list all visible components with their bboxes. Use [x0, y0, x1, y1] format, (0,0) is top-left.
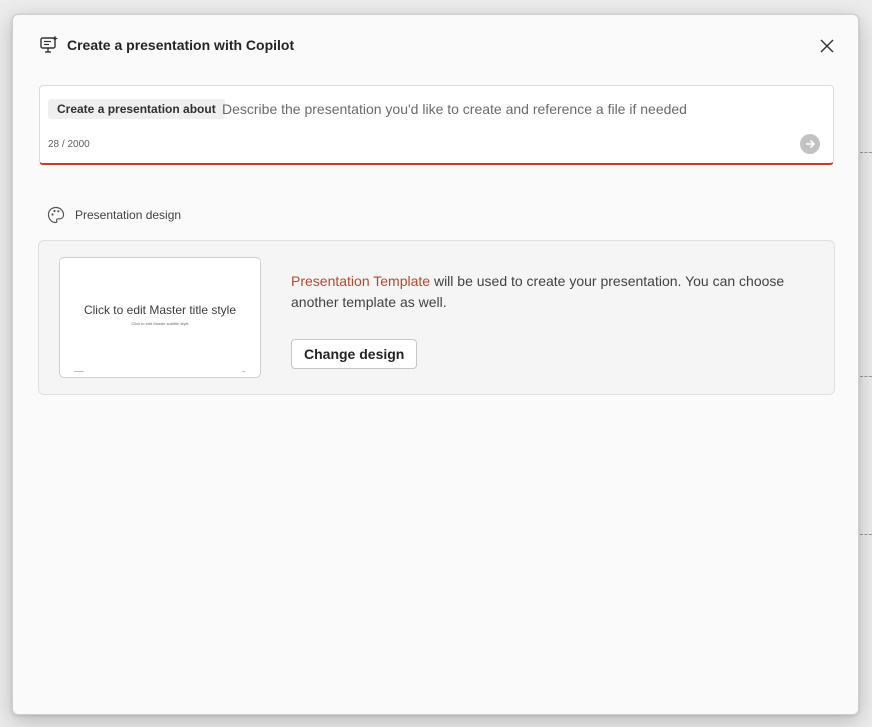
- template-thumbnail[interactable]: Click to edit Master title style Click t…: [59, 257, 261, 378]
- close-button[interactable]: [816, 35, 838, 57]
- thumbnail-footer: [74, 371, 84, 372]
- copilot-presentation-icon: [39, 35, 59, 55]
- background-ruler-mark: [860, 376, 872, 378]
- thumbnail-title: Click to edit Master title style: [83, 303, 237, 317]
- section-label: Presentation design: [75, 208, 182, 222]
- background-ruler-mark: [860, 152, 872, 154]
- character-count: 28 / 2000: [48, 139, 90, 150]
- dialog-title: Create a presentation with Copilot: [67, 37, 295, 53]
- prompt-box: Create a presentation about 28 / 2000: [39, 85, 834, 165]
- template-description: Presentation Template will be used to cr…: [291, 271, 801, 313]
- close-icon: [820, 39, 834, 53]
- design-card: Click to edit Master title style Click t…: [38, 240, 835, 395]
- change-design-button[interactable]: Change design: [291, 339, 418, 369]
- prompt-prefix-chip: Create a presentation about: [48, 99, 225, 119]
- thumbnail-subtitle: Click to edit Master subtitle style: [131, 321, 189, 326]
- copilot-create-presentation-dialog: Create a presentation with Copilot Creat…: [12, 14, 859, 715]
- thumbnail-page-number: [242, 371, 245, 372]
- prompt-input[interactable]: [222, 98, 812, 120]
- send-arrow-icon: [806, 139, 816, 149]
- dialog-header: Create a presentation with Copilot: [39, 35, 838, 57]
- send-button[interactable]: [800, 134, 820, 154]
- template-name: Presentation Template: [291, 273, 431, 289]
- background-ruler-mark: [860, 534, 872, 536]
- palette-icon: [47, 206, 65, 224]
